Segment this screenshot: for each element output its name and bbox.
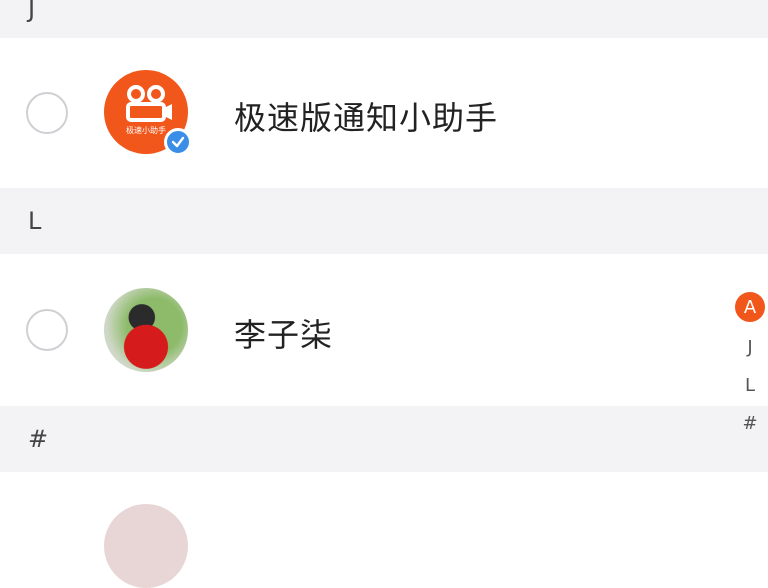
alphabet-index-bar[interactable]: A J L # xyxy=(732,292,768,442)
section-header-hash: # xyxy=(0,406,768,472)
avatar: 极速小助手 xyxy=(104,70,192,156)
contact-name: 李子柒 xyxy=(234,316,334,354)
section-header-j: J xyxy=(0,0,768,38)
section-letter: J xyxy=(28,0,36,23)
section-letter: L xyxy=(28,207,42,235)
contact-row[interactable]: 李子柒 xyxy=(0,254,768,406)
index-item-hash[interactable]: # xyxy=(742,404,757,442)
avatar xyxy=(104,504,188,588)
select-radio[interactable] xyxy=(26,92,68,134)
section-header-l: L xyxy=(0,188,768,254)
select-radio[interactable] xyxy=(26,309,68,351)
avatar xyxy=(104,288,188,372)
verified-badge xyxy=(164,128,192,156)
section-letter: # xyxy=(28,425,49,453)
check-icon xyxy=(171,136,185,148)
index-item-l[interactable]: L xyxy=(745,366,755,404)
contact-row[interactable] xyxy=(0,472,768,588)
index-item-active[interactable]: A xyxy=(735,292,765,322)
contact-name: 极速版通知小助手 xyxy=(234,99,499,137)
index-item-j[interactable]: J xyxy=(747,328,752,366)
contact-row[interactable]: 极速小助手 极速版通知小助手 xyxy=(0,38,768,188)
